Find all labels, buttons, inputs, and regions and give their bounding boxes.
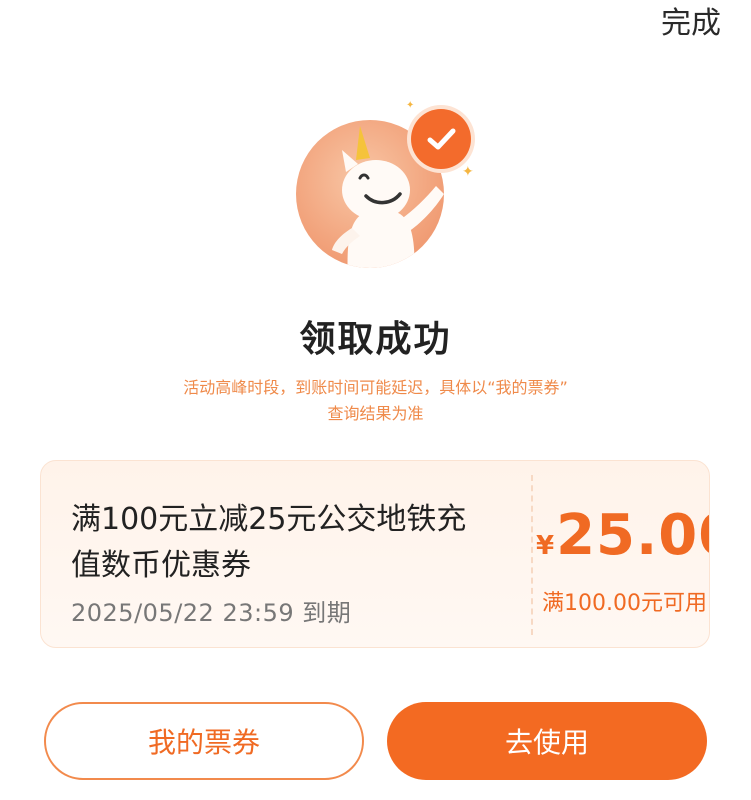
coupon-amount: ¥25.00 [536, 503, 709, 568]
coupon-expiry: 2025/05/22 23:59 到期 [71, 599, 352, 627]
use-now-button[interactable]: 去使用 [387, 702, 707, 780]
success-check-badge [411, 109, 471, 169]
sparkle-icon: ✦ [462, 164, 474, 180]
coupon-card[interactable]: 满100元立减25元公交地铁充值数币优惠券 2025/05/22 23:59 到… [40, 460, 710, 648]
coupon-name: 满100元立减25元公交地铁充值数币优惠券 [71, 502, 467, 583]
currency-symbol: ¥ [536, 531, 555, 561]
sparkle-icon: ✦ [406, 100, 415, 111]
check-icon [427, 128, 456, 150]
my-tickets-button[interactable]: 我的票券 [44, 702, 364, 780]
notice-text: 活动高峰时段，到账时间可能延迟，具体以“我的票券” [183, 378, 568, 397]
coupon-condition: 满100.00元可用 [542, 591, 707, 616]
success-illustration: ✦ ✦ [294, 98, 484, 278]
done-button[interactable]: 完成 [661, 0, 721, 42]
coupon-value: 25.00 [556, 503, 709, 568]
notice-text-continued: 查询结果为准 [327, 404, 424, 423]
page-title: 领取成功 [299, 319, 452, 360]
